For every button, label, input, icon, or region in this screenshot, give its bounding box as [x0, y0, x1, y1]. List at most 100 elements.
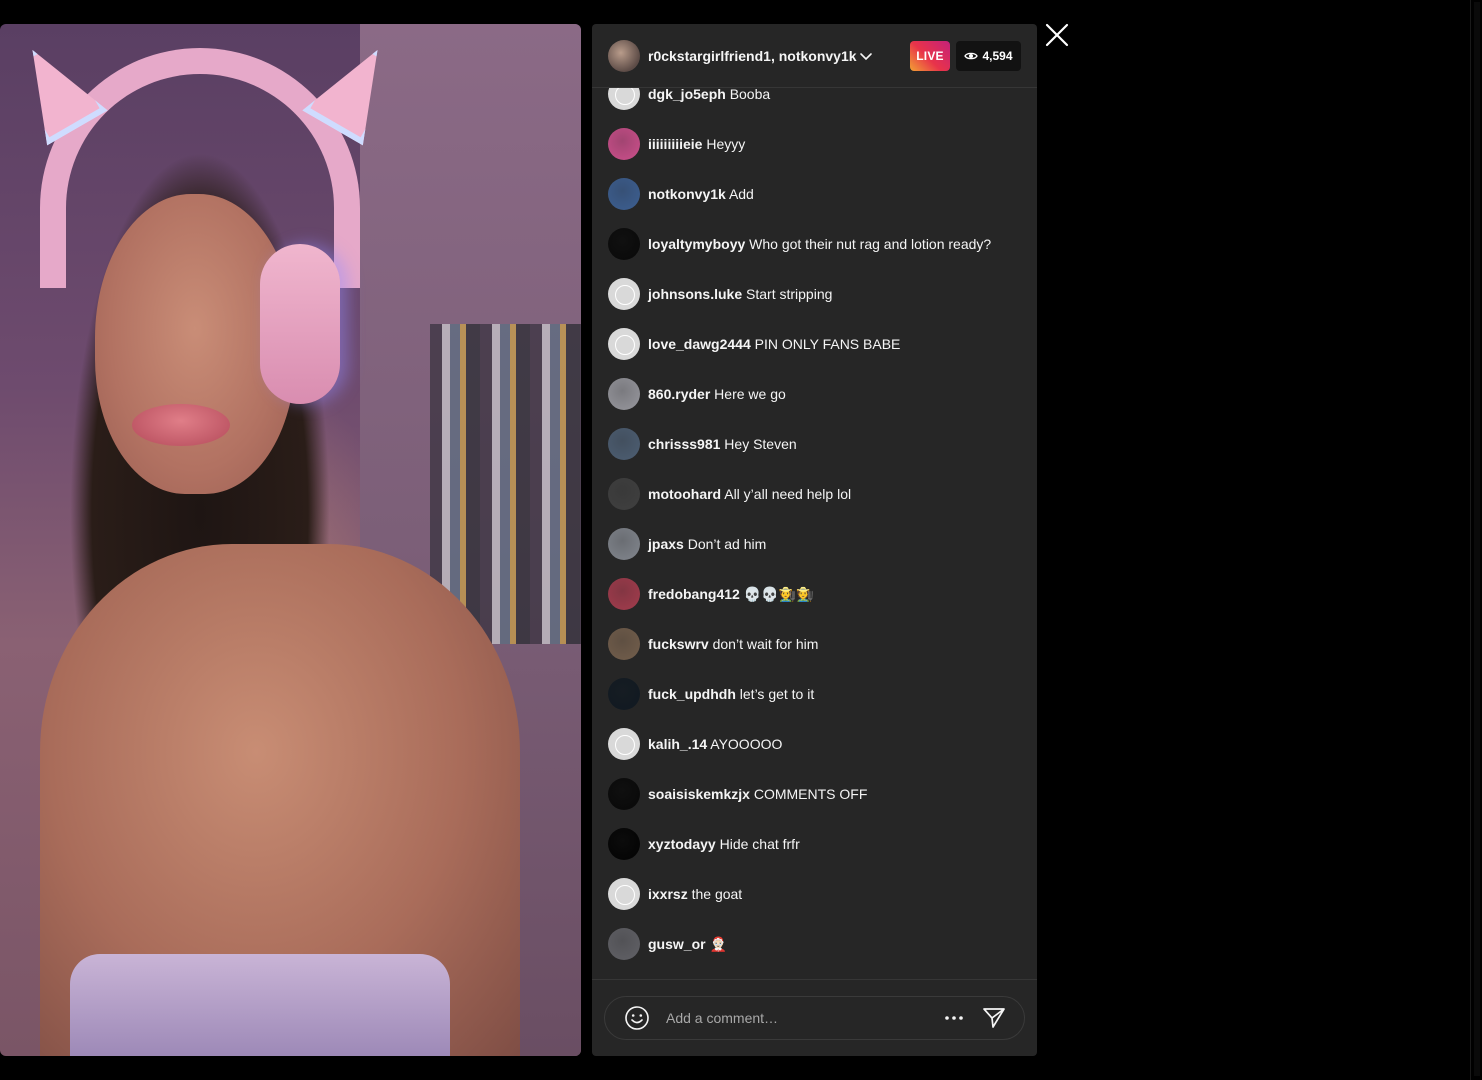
chat-message[interactable]: soaisiskemkzjx COMMENTS OFF — [608, 778, 1028, 810]
chat-username[interactable]: gusw_or — [648, 936, 706, 952]
user-avatar[interactable] — [608, 728, 640, 760]
chat-message-text: iiiiiiiiieie Heyyy — [648, 135, 745, 153]
chat-message-text: xyztodayy Hide chat frfr — [648, 835, 800, 853]
chat-message[interactable]: motoohard All y’all need help lol — [608, 478, 1028, 510]
chat-message[interactable]: love_dawg2444 PIN ONLY FANS BABE — [608, 328, 1028, 360]
live-video-feed[interactable] — [0, 24, 581, 1056]
chat-message-text: notkonvy1k Add — [648, 185, 754, 203]
user-avatar[interactable] — [608, 578, 640, 610]
chat-message-body: don’t wait for him — [712, 636, 819, 652]
user-avatar[interactable] — [608, 128, 640, 160]
chat-username[interactable]: fuckswrv — [648, 636, 709, 652]
page-scrollbar-thumb[interactable] — [1474, 2, 1480, 1076]
chat-username[interactable]: fredobang412 — [648, 586, 740, 602]
chat-message[interactable]: iiiiiiiiieie Heyyy — [608, 128, 1028, 160]
more-options-icon — [945, 1016, 963, 1020]
chat-message[interactable]: fuck_updhdh let’s get to it — [608, 678, 1028, 710]
user-avatar[interactable] — [608, 178, 640, 210]
user-avatar[interactable] — [608, 88, 640, 110]
composer-divider — [592, 979, 1037, 980]
chat-message-body: Who got their nut rag and lotion ready? — [749, 236, 992, 252]
chat-username[interactable]: 860.ryder — [648, 386, 710, 402]
chat-message-body: Add — [728, 186, 754, 202]
chat-message-body: 🤶🏻 — [709, 936, 727, 952]
chat-message-body: COMMENTS OFF — [753, 786, 868, 802]
emoji-icon[interactable] — [624, 1005, 650, 1031]
chat-message-text: fuckswrv don’t wait for him — [648, 635, 818, 653]
chat-username[interactable]: iiiiiiiiieie — [648, 136, 702, 152]
eye-icon — [964, 52, 979, 60]
chat-message[interactable]: loyaltymyboyy Who got their nut rag and … — [608, 228, 1028, 260]
chat-message[interactable]: jpaxs Don’t ad him — [608, 528, 1028, 560]
chat-message-text: soaisiskemkzjx COMMENTS OFF — [648, 785, 867, 803]
chat-message-body: Hey Steven — [724, 436, 797, 452]
send-icon[interactable] — [982, 1006, 1006, 1030]
chat-username[interactable]: jpaxs — [648, 536, 684, 552]
chat-message-body: Booba — [729, 88, 771, 102]
chat-message[interactable]: ixxrsz the goat — [608, 878, 1028, 910]
chat-username[interactable]: loyaltymyboyy — [648, 236, 745, 252]
user-avatar[interactable] — [608, 828, 640, 860]
chat-message-body: Heyyy — [706, 136, 746, 152]
chat-message-text: chrisss981 Hey Steven — [648, 435, 797, 453]
video-subject-lips — [132, 404, 230, 446]
user-avatar[interactable] — [608, 928, 640, 960]
chat-username[interactable]: johnsons.luke — [648, 286, 742, 302]
chat-message-body: 💀💀🧑‍🌾🧑‍🌾 — [743, 586, 814, 602]
user-avatar[interactable] — [608, 678, 640, 710]
chat-username[interactable]: fuck_updhdh — [648, 686, 736, 702]
chat-message[interactable]: johnsons.luke Start stripping — [608, 278, 1028, 310]
chat-message[interactable]: 860.ryder Here we go — [608, 378, 1028, 410]
chat-username[interactable]: xyztodayy — [648, 836, 716, 852]
headphones-ear-cup — [260, 244, 340, 404]
user-avatar[interactable] — [608, 228, 640, 260]
live-badge-label: LIVE — [916, 49, 944, 63]
live-chat-panel: r0ckstargirlfriend1, notkonvy1k LIVE 4,5… — [592, 24, 1037, 1056]
chat-username[interactable]: kalih_.14 — [648, 736, 707, 752]
chat-message[interactable]: dgk_jo5eph Booba — [608, 88, 1028, 110]
chat-message-text: fuck_updhdh let’s get to it — [648, 685, 814, 703]
chat-message[interactable]: xyztodayy Hide chat frfr — [608, 828, 1028, 860]
chat-username[interactable]: soaisiskemkzjx — [648, 786, 750, 802]
user-avatar[interactable] — [608, 628, 640, 660]
user-avatar[interactable] — [608, 278, 640, 310]
chat-username[interactable]: motoohard — [648, 486, 721, 502]
chat-message-list[interactable]: dgk_jo5eph Booba iiiiiiiiieie Heyyy notkon… — [592, 88, 1037, 978]
user-avatar[interactable] — [608, 378, 640, 410]
user-avatar[interactable] — [608, 878, 640, 910]
comment-input[interactable] — [666, 1006, 936, 1030]
close-icon[interactable] — [1044, 22, 1070, 48]
host-names[interactable]: r0ckstargirlfriend1, notkonvy1k — [648, 48, 857, 64]
chat-message-text: 860.ryder Here we go — [648, 385, 786, 403]
live-badge: LIVE — [910, 41, 950, 71]
chat-message-body: Hide chat frfr — [719, 836, 800, 852]
chat-username[interactable]: ixxrsz — [648, 886, 688, 902]
user-avatar[interactable] — [608, 428, 640, 460]
viewer-count-badge: 4,594 — [956, 41, 1021, 71]
chat-message[interactable]: fuckswrv don’t wait for him — [608, 628, 1028, 660]
host-avatar[interactable] — [608, 39, 640, 72]
chat-username[interactable]: dgk_jo5eph — [648, 88, 726, 102]
chat-message[interactable]: gusw_or 🤶🏻 — [608, 928, 1028, 960]
chat-message-text: love_dawg2444 PIN ONLY FANS BABE — [648, 335, 900, 353]
user-avatar[interactable] — [608, 528, 640, 560]
chat-message[interactable]: fredobang412 💀💀🧑‍🌾🧑‍🌾 — [608, 578, 1028, 610]
user-avatar[interactable] — [608, 778, 640, 810]
chat-message-body: Start stripping — [746, 286, 833, 302]
chat-message[interactable]: chrisss981 Hey Steven — [608, 428, 1028, 460]
chat-username[interactable]: chrisss981 — [648, 436, 720, 452]
chat-message-text: gusw_or 🤶🏻 — [648, 935, 727, 953]
user-avatar[interactable] — [608, 328, 640, 360]
chat-message[interactable]: kalih_.14 AYOOOOO — [608, 728, 1028, 760]
chat-message-text: motoohard All y’all need help lol — [648, 485, 851, 503]
chat-message-body: let’s get to it — [739, 686, 815, 702]
chat-message-body: the goat — [691, 886, 743, 902]
page-scrollbar[interactable] — [1470, 0, 1482, 1080]
chat-username[interactable]: love_dawg2444 — [648, 336, 751, 352]
user-avatar[interactable] — [608, 478, 640, 510]
chat-username[interactable]: notkonvy1k — [648, 186, 726, 202]
more-options-button[interactable] — [942, 1006, 966, 1030]
chevron-down-icon[interactable] — [859, 49, 873, 63]
chat-message-text: dgk_jo5eph Booba — [648, 88, 770, 103]
chat-message[interactable]: notkonvy1k Add — [608, 178, 1028, 210]
